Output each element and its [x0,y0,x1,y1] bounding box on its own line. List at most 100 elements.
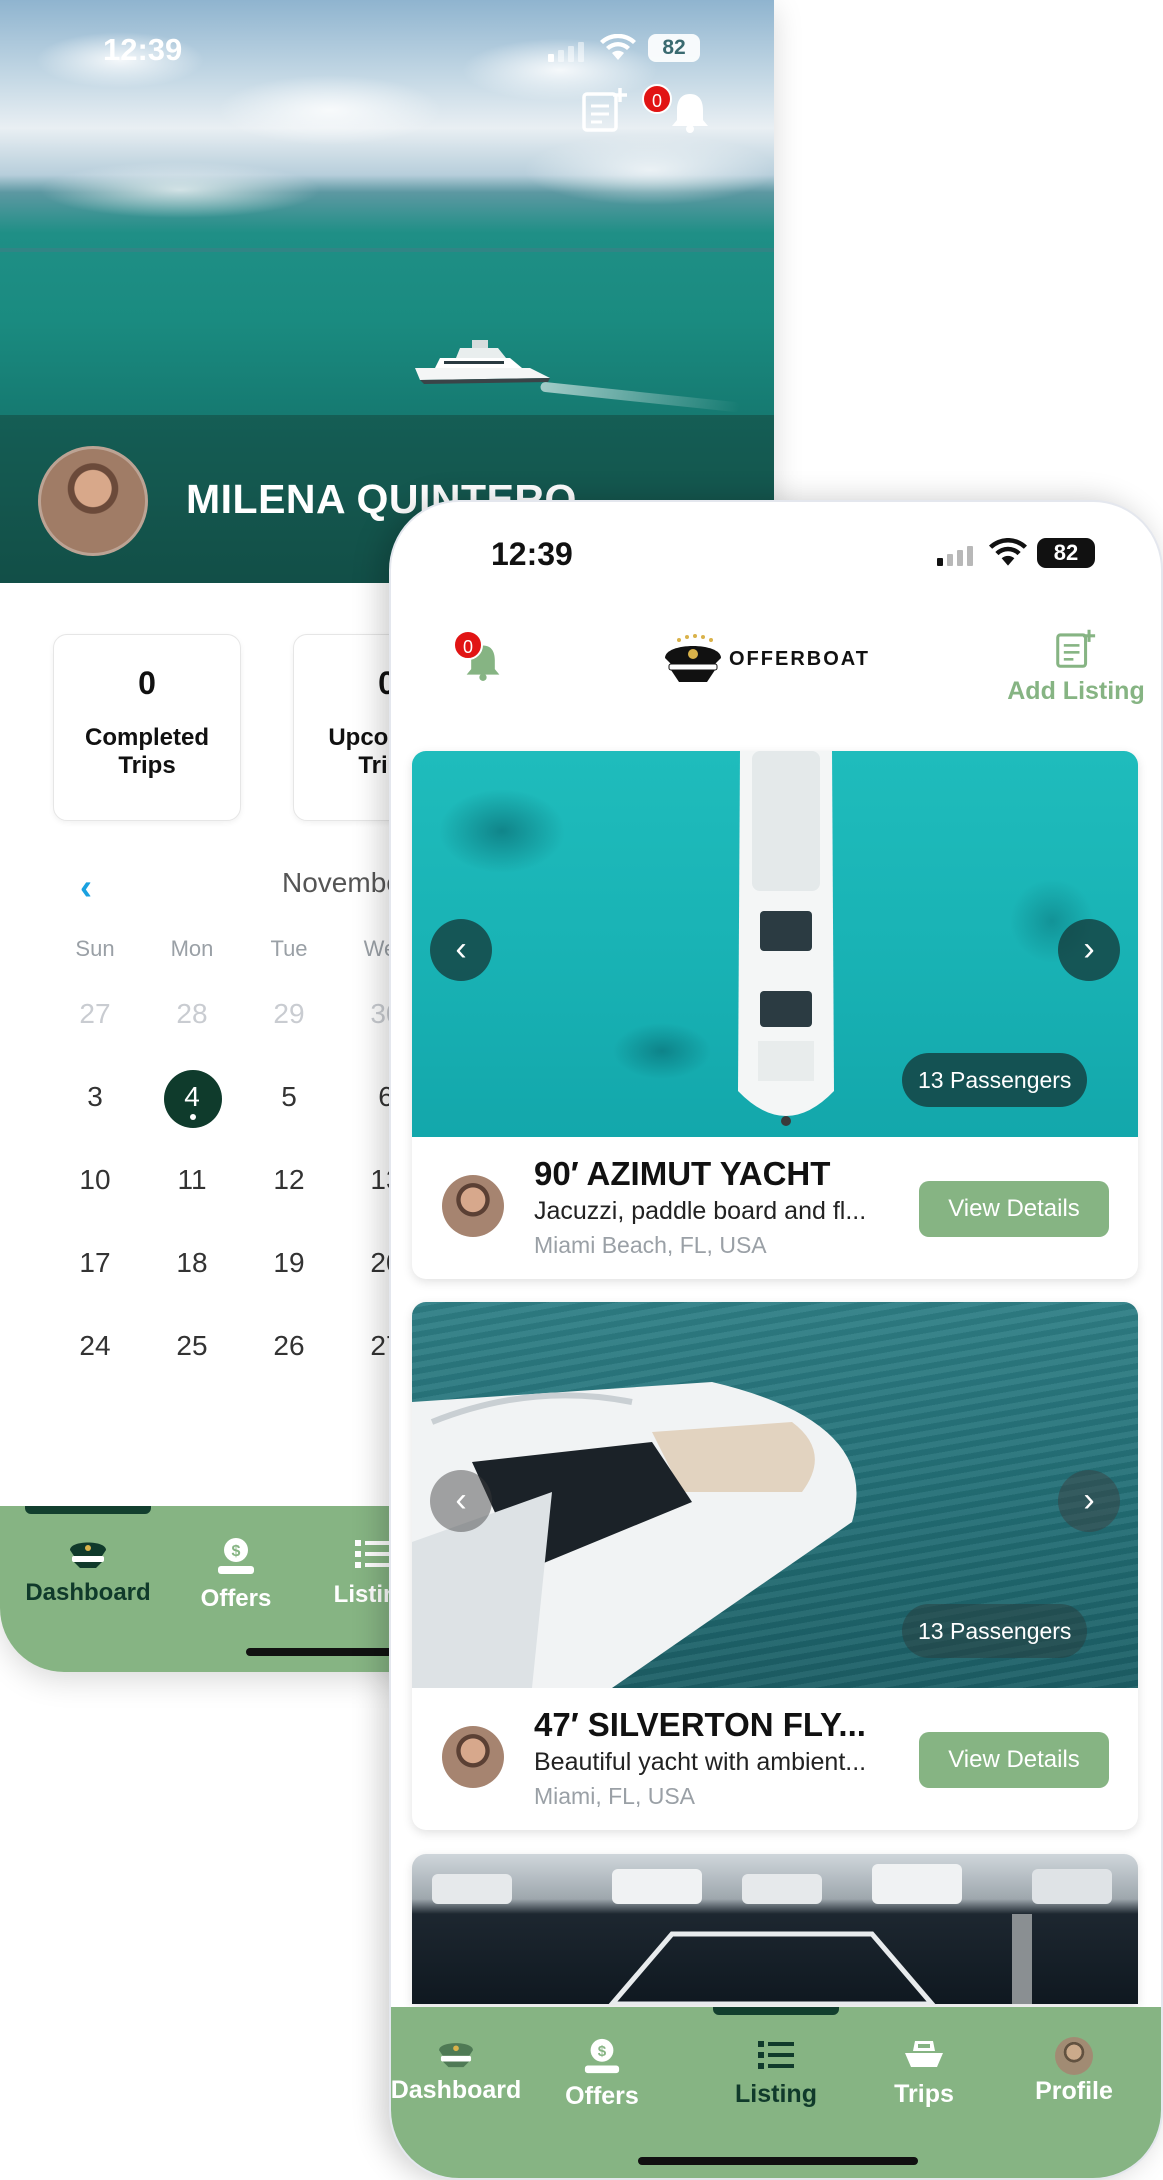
wifi-icon [600,34,636,60]
calendar-day[interactable]: 11 [152,1164,232,1196]
captain-hat-icon [439,2043,473,2068]
nav-listing[interactable]: Listing [701,2037,851,2109]
nav-active-indicator [713,2007,839,2015]
calendar-day[interactable]: 3 [55,1081,135,1113]
listing-title: 90′ AZIMUT YACHT [534,1155,831,1192]
carousel-prev-button[interactable]: ‹ [430,919,492,981]
calendar-day-selected[interactable]: 4 [152,1081,232,1113]
marina-illustration [432,1864,1112,2004]
notification-button[interactable]: 0 [453,630,503,687]
view-details-button[interactable]: View Details [919,1181,1109,1237]
nav-label: Dashboard [25,1579,151,1606]
stat-label-line: Trips [118,752,176,779]
add-listing-label: Add Listing [1007,677,1145,705]
horizon-line [0,248,774,252]
listing-photo[interactable]: ‹ › 13 Passengers [412,1302,1138,1688]
weekday-label: Tue [270,936,308,961]
nav-offers[interactable]: $ Offers [176,1536,296,1613]
battery-indicator: 82 [648,34,700,62]
stat-label: Completed Trips [54,724,240,780]
calendar-day[interactable]: 24 [55,1330,135,1362]
add-listing-icon [1056,629,1096,668]
stat-value: 0 [138,665,156,701]
bottom-nav: Dashboard $ Offers Listing [390,2007,1161,2178]
yacht-illustration [415,340,550,384]
status-time: 12:39 [103,32,183,67]
listing-card[interactable] [412,1854,1138,2004]
listing-location: Miami, FL, USA [534,1783,696,1809]
screens-stage: 12:39 82 0 MILENA QUINTERO 0 Completed T… [0,0,1163,2180]
nav-trips[interactable]: Trips [849,2037,999,2109]
carousel-next-button[interactable]: › [1058,919,1120,981]
add-listing-button[interactable]: Add Listing [991,628,1161,706]
view-details-button[interactable]: View Details [919,1732,1109,1788]
carousel-prev-button[interactable]: ‹ [430,1470,492,1532]
calendar-day[interactable]: 19 [249,1247,329,1279]
yacht-top-view-illustration [738,751,834,1126]
nav-label: Offers [200,1585,272,1612]
listing-card[interactable]: ‹ › 13 Passengers 47′ SILVERTON FLY... B… [412,1302,1138,1830]
listing-location: Miami Beach, FL, USA [534,1232,767,1258]
logo-text: OFFERBOAT [729,648,870,670]
calendar-day[interactable]: 26 [249,1330,329,1362]
weekday-label: Mon [170,936,214,961]
nav-label: Listing [735,2080,817,2108]
passenger-badge: 13 Passengers [902,1053,1088,1107]
nav-label: Trips [894,2080,954,2108]
home-indicator [638,2157,918,2165]
weekday-label: Sun [75,936,115,961]
nav-active-indicator [25,1506,151,1514]
calendar-day[interactable]: 29 [249,998,329,1030]
yacht-wake [540,381,740,413]
nav-profile[interactable]: Profile [999,2037,1149,2106]
svg-text:$: $ [598,2043,607,2060]
signal-icon [937,546,973,566]
svg-text:$: $ [232,1543,241,1560]
listing-photo[interactable] [412,1854,1138,2004]
completed-trips-card[interactable]: 0 Completed Trips [53,634,241,821]
calendar-day[interactable]: 27 [55,998,135,1030]
listing-photo[interactable]: ‹ › 13 Passengers [412,751,1138,1137]
bell-icon [672,94,708,133]
nav-dashboard[interactable]: Dashboard [20,1536,156,1607]
calendar-day[interactable]: 18 [152,1247,232,1279]
dollar-hand-icon: $ [584,2038,620,2074]
nav-label: Offers [565,2082,639,2110]
calendar-day[interactable]: 12 [249,1164,329,1196]
nav-label: Dashboard [390,2076,522,2104]
listing-screen: 12:39 82 0 OFFERBOAT Add Listing ‹ › 13 … [389,500,1163,2180]
listing-description: Jacuzzi, paddle board and fl... [534,1197,867,1225]
nav-label: Profile [1035,2077,1113,2105]
listing-title: 47′ SILVERTON FLY... [534,1706,866,1743]
dollar-hand-icon: $ [218,1538,254,1574]
host-avatar[interactable] [442,1726,504,1788]
add-listing-icon[interactable] [580,86,630,132]
listing-description: Beautiful yacht with ambient... [534,1748,867,1776]
stat-label-line: Completed [84,724,209,751]
list-icon [758,2041,794,2069]
notification-button[interactable]: 0 [642,84,712,139]
profile-avatar-icon [1055,2037,1093,2075]
notification-badge: 0 [642,84,672,114]
calendar-day[interactable]: 17 [55,1247,135,1279]
avatar[interactable] [38,446,148,556]
list-icon [355,1540,391,1568]
notification-badge: 0 [453,630,483,660]
carousel-next-button[interactable]: › [1058,1470,1120,1532]
host-avatar[interactable] [442,1175,504,1237]
listing-card[interactable]: ‹ › 13 Passengers 90′ AZIMUT YACHT Jacuz… [412,751,1138,1279]
status-bar: 12:39 82 [0,30,774,70]
calendar-day[interactable]: 28 [152,998,232,1030]
calendar-day[interactable]: 25 [152,1330,232,1362]
nav-dashboard[interactable]: Dashboard [390,2037,531,2105]
passenger-badge: 13 Passengers [902,1604,1088,1658]
calendar-prev-button[interactable]: ‹ [80,866,92,908]
nav-offers[interactable]: $ Offers [527,2037,677,2111]
signal-icon [548,42,584,62]
boat-icon [905,2041,943,2067]
calendar-day[interactable]: 5 [249,1081,329,1113]
captain-hat-icon [70,1542,106,1568]
calendar-day[interactable]: 10 [55,1164,135,1196]
wifi-icon [989,538,1027,566]
battery-indicator: 82 [1037,538,1095,568]
